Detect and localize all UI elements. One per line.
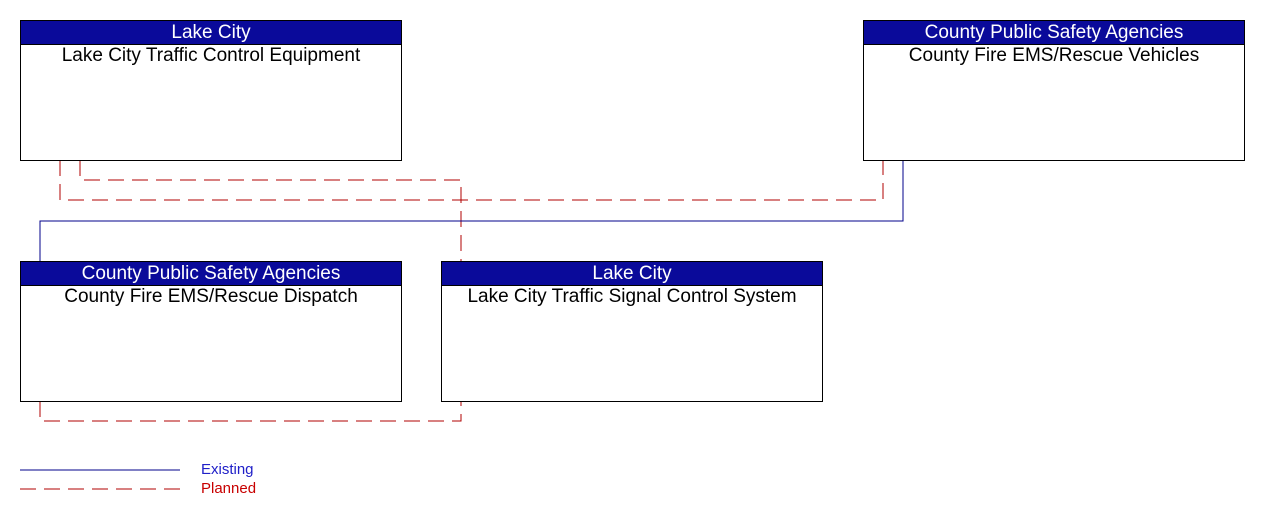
link-dispatch-to-tscs	[39, 401, 462, 422]
node-title: Lake City Traffic Control Equipment	[61, 45, 361, 66]
node-owner: County Public Safety Agencies	[864, 21, 1244, 45]
legend-planned-label: Planned	[201, 480, 257, 497]
node-owner: County Public Safety Agencies	[21, 262, 401, 286]
node-lake-city-traffic-signal-control-system[interactable]: Lake City Lake City Traffic Signal Contr…	[441, 261, 823, 402]
node-owner: Lake City	[442, 262, 822, 286]
link-dispatch-to-vehicles	[39, 160, 904, 261]
link-tce-to-tscs	[79, 160, 462, 261]
node-county-fire-ems-rescue-vehicles[interactable]: County Public Safety Agencies County Fir…	[863, 20, 1245, 161]
node-lake-city-traffic-control-equipment[interactable]: Lake City Lake City Traffic Control Equi…	[20, 20, 402, 161]
node-title: County Fire EMS/Rescue Dispatch	[64, 286, 358, 307]
node-title: County Fire EMS/Rescue Vehicles	[908, 45, 1200, 66]
node-county-fire-ems-rescue-dispatch[interactable]: County Public Safety Agencies County Fir…	[20, 261, 402, 402]
legend-existing-label: Existing	[201, 461, 254, 478]
node-owner: Lake City	[21, 21, 401, 45]
node-title: Lake City Traffic Signal Control System	[467, 286, 797, 307]
